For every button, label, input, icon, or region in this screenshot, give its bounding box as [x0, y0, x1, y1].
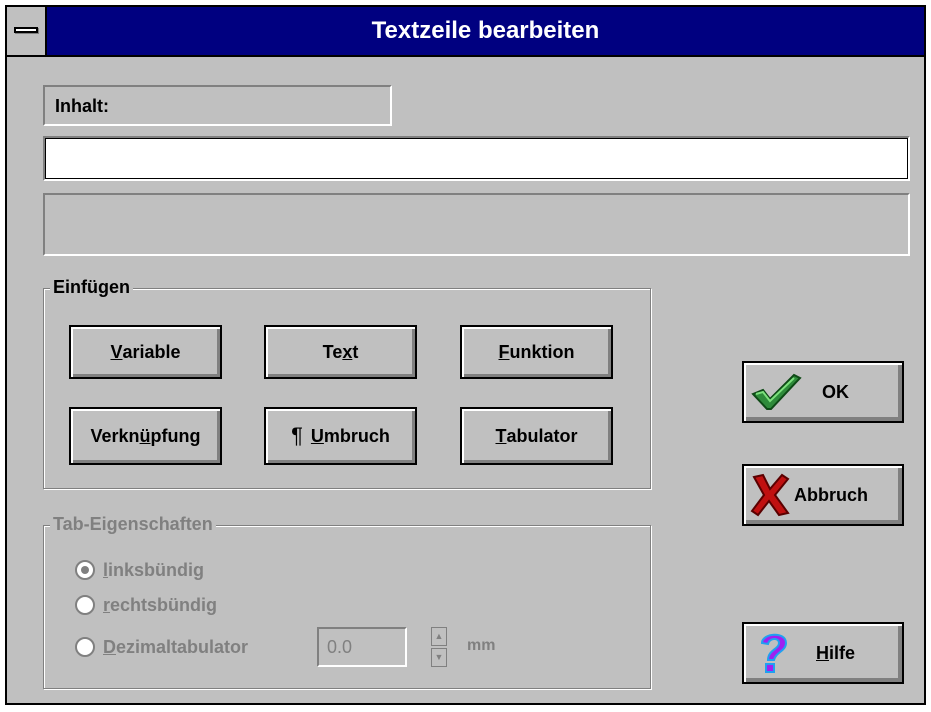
funktion-label-accel: F: [498, 341, 510, 362]
system-menu-icon: [14, 27, 38, 33]
tabulator-button[interactable]: Tabulator: [460, 407, 613, 465]
dezimal-spinner[interactable]: ▲ ▼: [431, 627, 447, 667]
spin-up-arrow-icon[interactable]: ▲: [431, 627, 447, 646]
pilcrow-icon: ¶: [291, 423, 303, 448]
variable-label-accel: V: [110, 341, 123, 362]
funktion-label-post: unktion: [509, 341, 575, 362]
umbruch-label-accel: U: [310, 425, 324, 446]
ok-button[interactable]: OK: [742, 361, 904, 423]
umbruch-label-post: mbruch: [323, 425, 390, 446]
system-menu-button[interactable]: [7, 7, 47, 55]
window-title: Textzeile bearbeiten: [371, 17, 600, 44]
verknuepfung-button[interactable]: Verkn ü pfung: [69, 407, 222, 465]
rechtsbuendig-label: rechtsbündig: [103, 594, 218, 615]
variable-label-post: ariable: [122, 341, 181, 362]
inhalt-label-box: Inhalt:: [43, 85, 392, 126]
radio-button[interactable]: [75, 637, 95, 657]
text-label-post: t: [352, 341, 359, 362]
preview-area: [43, 193, 910, 256]
verknuepfung-label-pre: Verkn: [90, 425, 140, 446]
dialog-window: Textzeile bearbeiten Inhalt: Einfügen Va…: [5, 5, 926, 705]
hilfe-label: Hilfe: [816, 642, 856, 663]
umbruch-button[interactable]: ¶ Umbruch: [264, 407, 417, 465]
linksbuendig-label: linksbündig: [103, 559, 205, 580]
tabulator-label-accel: T: [495, 425, 507, 446]
title-bar[interactable]: Textzeile bearbeiten: [7, 7, 924, 57]
radio-button[interactable]: [75, 595, 95, 615]
abbruch-button[interactable]: Abbruch: [742, 464, 904, 526]
text-label-pre: Te: [322, 341, 343, 362]
tabulator-label-post: abulator: [506, 425, 578, 446]
funktion-button[interactable]: Funktion: [460, 325, 613, 379]
unit-label: mm: [467, 637, 496, 654]
x-cross-icon: [748, 472, 792, 518]
dezimaltabulator-radio[interactable]: Dezimaltabulator: [75, 633, 248, 661]
inhalt-label: Inhalt:: [55, 96, 109, 116]
hilfe-button[interactable]: Hilfe: [742, 622, 904, 684]
text-button[interactable]: Te x t: [264, 325, 417, 379]
ok-label: OK: [822, 381, 849, 402]
abbruch-label: Abbruch: [794, 484, 868, 505]
spin-down-arrow-icon[interactable]: ▼: [431, 648, 447, 667]
inhalt-input[interactable]: [43, 136, 910, 181]
dezimaltabulator-label: Dezimaltabulator: [103, 636, 249, 657]
verknuepfung-label-post: pfung: [150, 425, 201, 446]
text-label-accel: x: [342, 341, 353, 362]
radio-button-checked[interactable]: [75, 560, 95, 580]
dezimal-value-input[interactable]: [317, 627, 407, 667]
variable-button[interactable]: Variable: [69, 325, 222, 379]
tab-eigenschaften-title: Tab-Eigenschaften: [50, 514, 216, 535]
verknuepfung-label-accel: ü: [139, 425, 151, 446]
checkmark-icon: [750, 369, 802, 415]
einfuegen-group-title: Einfügen: [50, 277, 133, 298]
rechtsbuendig-radio[interactable]: rechtsbündig: [75, 591, 217, 619]
question-mark-icon: [754, 630, 794, 676]
linksbuendig-radio[interactable]: linksbündig: [75, 556, 204, 584]
